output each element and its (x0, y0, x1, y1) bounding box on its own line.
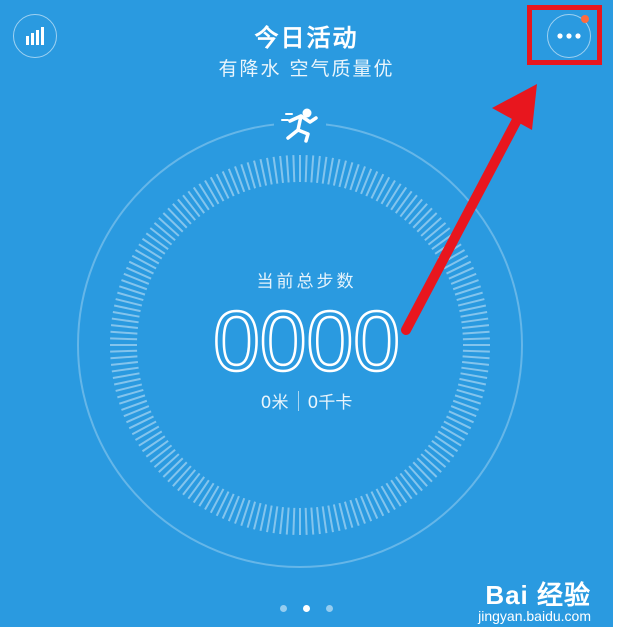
annotation-arrow (401, 84, 537, 335)
